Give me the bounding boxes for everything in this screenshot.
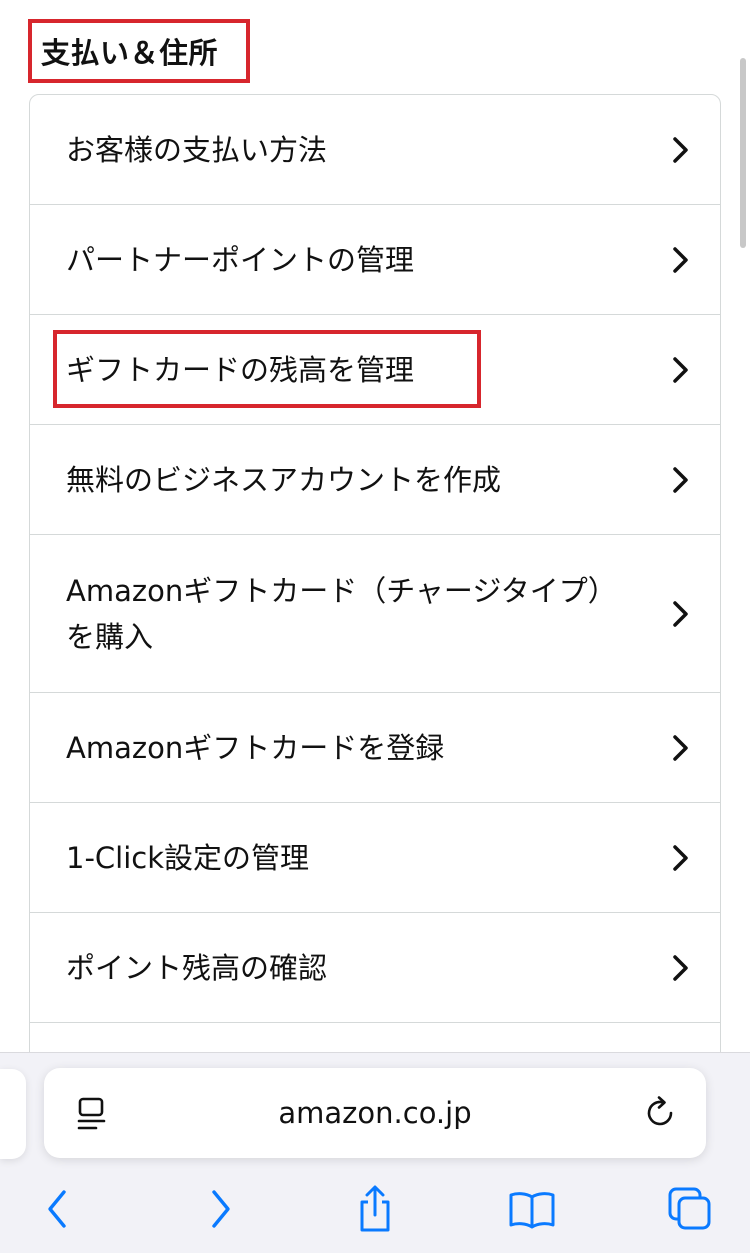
previous-tab-peek[interactable] (0, 1069, 26, 1159)
menu-item-buy-gift-card-charge[interactable]: Amazonギフトカード（チャージタイプ）を購入 (30, 535, 720, 693)
payment-address-menu: お客様の支払い方法 パートナーポイントの管理 ギフトカードの残高を管理 無料のビ… (29, 94, 721, 1094)
chevron-right-icon (673, 246, 688, 273)
bookmarks-icon (509, 1192, 555, 1229)
menu-item-label: Amazonギフトカード（チャージタイプ）を購入 (66, 573, 617, 654)
chevron-right-icon (673, 466, 688, 493)
back-arrow-icon (48, 1190, 66, 1228)
share-icon (360, 1185, 390, 1232)
menu-item-label: ポイント残高の確認 (66, 950, 328, 985)
chevron-right-icon (673, 600, 688, 627)
menu-item-1click-settings[interactable]: 1-Click設定の管理 (30, 803, 720, 913)
menu-item-points-balance[interactable]: ポイント残高の確認 (30, 913, 720, 1023)
menu-item-payment-methods[interactable]: お客様の支払い方法 (30, 95, 720, 205)
forward-arrow-icon (212, 1190, 230, 1228)
menu-item-label: ギフトカードの残高を管理 (66, 352, 415, 387)
tabs-icon (668, 1187, 711, 1230)
url-text[interactable]: amazon.co.jp (44, 1068, 706, 1158)
menu-item-label: 無料のビジネスアカウントを作成 (66, 462, 502, 497)
menu-item-label: パートナーポイントの管理 (66, 242, 415, 277)
forward-button[interactable] (192, 1181, 248, 1237)
chevron-right-icon (673, 734, 688, 761)
menu-item-business-account[interactable]: 無料のビジネスアカウントを作成 (30, 425, 720, 535)
menu-item-partner-points[interactable]: パートナーポイントの管理 (30, 205, 720, 315)
reload-icon[interactable] (644, 1095, 678, 1131)
tabs-button[interactable] (662, 1181, 718, 1237)
share-button[interactable] (347, 1181, 403, 1237)
menu-item-gift-card-balance[interactable]: ギフトカードの残高を管理 (30, 315, 720, 425)
back-button[interactable] (30, 1181, 86, 1237)
scroll-indicator[interactable] (740, 58, 746, 248)
chevron-right-icon (673, 844, 688, 871)
section-title-payment-address: 支払い＆住所 (28, 19, 250, 83)
menu-item-label: 1-Click設定の管理 (66, 840, 310, 875)
menu-item-label: Amazonギフトカードを登録 (66, 730, 445, 765)
browser-toolbar: amazon.co.jp (0, 1052, 750, 1253)
chevron-right-icon (673, 954, 688, 981)
chevron-right-icon (673, 356, 688, 383)
chevron-right-icon (673, 136, 688, 163)
menu-item-label: お客様の支払い方法 (66, 132, 328, 167)
bookmarks-button[interactable] (504, 1181, 560, 1237)
address-bar[interactable]: amazon.co.jp (44, 1068, 706, 1158)
menu-item-register-gift-card[interactable]: Amazonギフトカードを登録 (30, 693, 720, 803)
